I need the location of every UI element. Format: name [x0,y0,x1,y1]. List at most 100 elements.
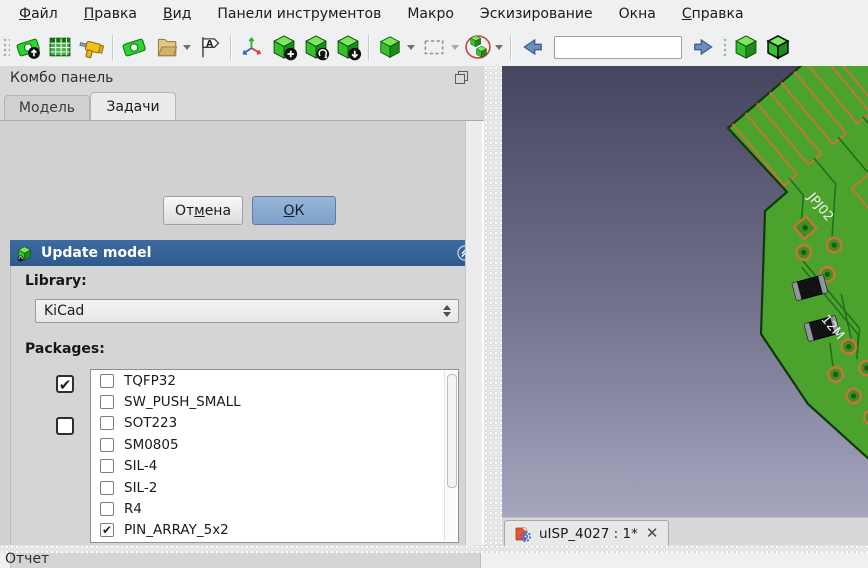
cube-icon [732,33,760,61]
pane-scrollbar-track[interactable] [465,121,484,545]
packages-label: Packages: [25,341,105,357]
view-cube-button[interactable] [375,32,405,62]
selection-box-button[interactable] [419,32,449,62]
pcb-export-icon [15,34,41,59]
export-pcb-button[interactable] [13,32,43,62]
open-library-split-button[interactable] [150,32,194,62]
table-icon [49,37,71,57]
taskbox-header[interactable]: Update model [10,240,481,266]
list-item[interactable]: SIL-2 [91,477,458,498]
toolbar-drag-handle[interactable] [2,36,10,58]
library-value: KiCad [44,303,85,319]
checkbox[interactable] [100,480,114,495]
view-style-split-button[interactable] [374,32,418,62]
restore-icon [455,74,465,84]
load-model-button[interactable] [333,32,363,62]
pcb-icon [121,34,147,60]
package-label: SIL-4 [124,458,158,475]
list-scrollbar[interactable] [444,371,457,541]
cube-download-icon [334,33,362,61]
menu-windows[interactable]: Окна [606,3,669,25]
flag-a-icon: A [202,37,220,58]
combo-panel: Комбо панель Модель Задачи От м ена ОК Upd… [0,66,484,568]
spinner-arrows-icon [443,305,451,317]
select-all-checkbox[interactable]: ✔ [56,375,74,394]
checkbox[interactable] [100,373,114,388]
checkbox[interactable] [100,502,114,517]
cube-badge-icon [17,245,33,261]
menu-edit[interactable]: Правка [71,3,150,25]
packages-list[interactable]: TQFP32 SW_PUSH_SMALL SOT223 SM0805 SIL-4… [90,369,459,543]
checkbox[interactable] [100,459,114,474]
cancel-button[interactable]: От м ена [163,196,243,225]
mdi-tab-bar: uISP_4027 : 1* ✕ [502,517,868,546]
add-model-button[interactable] [269,32,299,62]
3d-viewport[interactable]: JPJ02 12M P101 [502,66,868,517]
arrow-right-icon [694,38,713,56]
checkbox[interactable] [100,416,114,431]
nav-back-button[interactable] [517,32,547,62]
group-models-split-button[interactable] [462,32,506,62]
pcb-board-button[interactable] [119,32,149,62]
list-item[interactable]: SIL-4 [91,456,458,477]
menu-macro[interactable]: Макро [394,3,467,25]
annotate-label-button[interactable]: A [195,32,225,62]
vertical-splitter[interactable] [484,66,502,545]
spreadsheet-button[interactable] [45,32,75,62]
main-toolbar: A [0,28,868,66]
folder-button[interactable] [151,32,181,62]
solid-cube-button[interactable] [731,32,761,62]
list-item[interactable]: SW_PUSH_SMALL [91,391,458,412]
selection-split-button [418,32,462,62]
tasks-pane: От м ена ОК Update model Library: KiCad … [0,120,484,568]
toolbar-separator [510,34,512,60]
close-icon[interactable]: ✕ [646,526,659,541]
library-combobox[interactable]: KiCad [35,299,459,323]
float-panel-button[interactable] [455,71,468,84]
placement-button[interactable] [237,32,267,62]
package-label: SM0805 [124,436,179,453]
sync-model-button[interactable] [301,32,331,62]
menu-help[interactable]: Справка [669,3,757,25]
cube-edges-icon [766,34,790,60]
menu-view[interactable]: Вид [150,3,204,25]
package-label: SW_PUSH_SMALL [124,394,241,411]
toolbar-drag-handle[interactable] [722,36,728,58]
edged-cube-button[interactable] [763,32,793,62]
deselect-all-checkbox[interactable] [56,417,74,435]
folder-icon [157,38,178,57]
package-label: PIN_ARRAY_5x2 [124,522,229,539]
menu-toolbars[interactable]: Панели инструментов [204,3,394,25]
list-item[interactable]: SOT223 [91,413,458,434]
chevron-down-icon[interactable] [495,44,503,50]
menu-bar: Файл Правка Вид Панели инструментов Макр… [0,0,868,28]
toolbar-separator [230,34,232,60]
tab-model[interactable]: Модель [4,95,90,120]
checkbox[interactable]: ✔ [100,523,114,538]
search-input[interactable] [554,35,682,59]
horizontal-splitter[interactable] [0,545,868,553]
menu-file[interactable]: Файл [6,3,71,25]
document-tab[interactable]: uISP_4027 : 1* ✕ [504,520,670,546]
drill-tool-button[interactable] [77,32,107,62]
list-item[interactable]: TQFP32 [91,370,458,391]
checkbox[interactable] [100,437,114,452]
combo-panel-title: Комбо панель [10,70,114,86]
list-item[interactable]: R4 [91,498,458,519]
group-models-button[interactable] [463,32,493,62]
package-label: TQFP32 [124,372,176,389]
document-tab-label: uISP_4027 : 1* [539,525,638,542]
dashed-rect-icon [424,40,444,55]
chevron-down-icon[interactable] [407,44,415,50]
tab-tasks[interactable]: Задачи [90,92,176,120]
list-item[interactable]: ✔ PIN_ARRAY_5x2 [91,520,458,541]
list-item[interactable]: SM0805 [91,434,458,455]
checkbox[interactable] [100,395,114,410]
toolbar-separator [368,34,370,60]
axes-icon [242,37,261,55]
chevron-down-icon[interactable] [183,44,191,50]
menu-sketch[interactable]: Эскизирование [467,3,606,25]
ok-button[interactable]: ОК [252,196,336,225]
nav-forward-button[interactable] [689,32,719,62]
scrollbar-thumb[interactable] [446,374,457,488]
